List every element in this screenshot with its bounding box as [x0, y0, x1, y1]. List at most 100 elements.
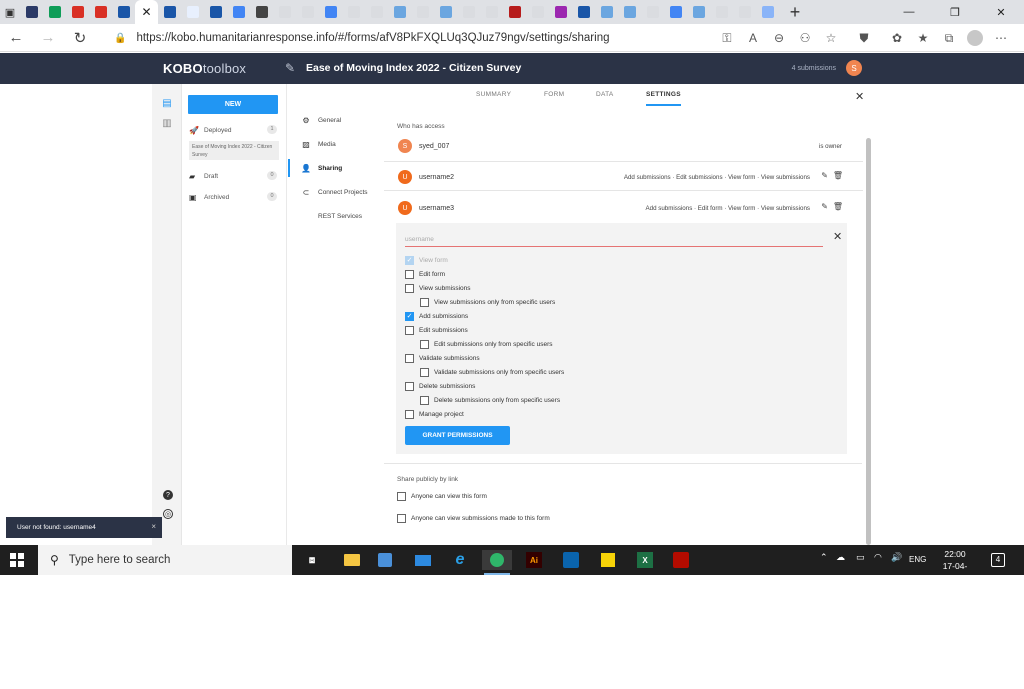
browser-tab[interactable]: [756, 0, 779, 24]
excel-icon[interactable]: X: [634, 550, 656, 570]
checkbox-validate-submissions[interactable]: Validate submissions: [405, 353, 480, 363]
extensions-icon[interactable]: ✿: [884, 28, 910, 48]
browser-tab[interactable]: [89, 0, 112, 24]
close-form-icon[interactable]: ✕: [833, 230, 842, 243]
acrobat-icon[interactable]: [670, 550, 692, 570]
favorite-icon[interactable]: ☆: [818, 28, 844, 48]
edit-icon[interactable]: ✎: [821, 202, 828, 211]
favorites-bar-icon[interactable]: ★: [910, 28, 936, 48]
browser-tab[interactable]: [388, 0, 411, 24]
checkbox-edit-form[interactable]: Edit form: [405, 269, 445, 279]
grant-permissions-button[interactable]: GRANT PERMISSIONS: [405, 426, 510, 445]
tab-summary[interactable]: SUMMARY: [476, 91, 511, 98]
file-explorer-icon[interactable]: [341, 550, 363, 570]
browser-tab[interactable]: [572, 0, 595, 24]
browser-tab[interactable]: [181, 0, 204, 24]
browser-tab[interactable]: [618, 0, 641, 24]
settings-nav-rest-services[interactable]: REST Services: [288, 207, 376, 225]
taskbar-search[interactable]: ⚲ Type here to search: [38, 545, 292, 575]
tab-data[interactable]: DATA: [596, 91, 614, 98]
checkbox-view-submissions[interactable]: View submissions: [405, 283, 471, 293]
toast-close-icon[interactable]: ×: [151, 522, 156, 531]
browser-tab[interactable]: [710, 0, 733, 24]
key-icon[interactable]: ⚿: [714, 28, 740, 48]
help-icon[interactable]: ?: [163, 490, 173, 500]
username-input[interactable]: username: [405, 233, 823, 247]
browser-tab[interactable]: [20, 0, 43, 24]
account-avatar[interactable]: S: [846, 60, 862, 76]
checkbox-delete-submissions[interactable]: Delete submissions: [405, 381, 475, 391]
checkbox-validate-submissions-specific[interactable]: Validate submissions only from specific …: [420, 367, 564, 377]
browser-tab[interactable]: [595, 0, 618, 24]
language-indicator[interactable]: ENG: [909, 555, 926, 564]
checkbox-add-submissions[interactable]: ✓ Add submissions: [405, 311, 468, 321]
checkbox-view-form[interactable]: ✓ View form: [405, 255, 448, 265]
browser-tab[interactable]: [227, 0, 250, 24]
tab-settings[interactable]: SETTINGS: [646, 91, 681, 106]
settings-nav-sharing[interactable]: 👤 Sharing: [288, 159, 376, 177]
kobo-logo[interactable]: KOBOtoolbox: [163, 61, 246, 76]
browser-tab[interactable]: [664, 0, 687, 24]
support-icon[interactable]: ◎: [163, 509, 173, 519]
windows-start-icon[interactable]: [10, 553, 24, 567]
tab-form[interactable]: FORM: [544, 91, 564, 98]
tab-close-icon[interactable]: ✕: [141, 5, 151, 19]
active-browser-tab[interactable]: ✕: [135, 0, 158, 24]
sidebar-item-deployed[interactable]: 🚀 Deployed 1: [189, 123, 279, 137]
tab-actions-icon[interactable]: ▣: [0, 0, 20, 24]
browser-tab[interactable]: [319, 0, 342, 24]
browser-tab[interactable]: [158, 0, 181, 24]
cloud-icon[interactable]: ☁: [836, 552, 845, 563]
outlook-icon[interactable]: [560, 550, 582, 570]
checkbox-delete-submissions-specific[interactable]: Delete submissions only from specific us…: [420, 395, 560, 405]
trash-icon[interactable]: 🗑: [833, 202, 843, 211]
refresh-icon[interactable]: ↻: [64, 29, 96, 47]
checkbox-edit-submissions[interactable]: Edit submissions: [405, 325, 468, 335]
more-icon[interactable]: ⋯: [988, 28, 1014, 48]
browser-tab[interactable]: [66, 0, 89, 24]
checkbox-edit-submissions-specific[interactable]: Edit submissions only from specific user…: [420, 339, 553, 349]
profile-icon[interactable]: [962, 28, 988, 48]
chevron-up-icon[interactable]: ⌃: [820, 552, 828, 563]
shield-icon[interactable]: ⛊: [844, 28, 884, 48]
settings-nav-media[interactable]: ▨ Media: [288, 135, 376, 153]
browser-tab[interactable]: [342, 0, 365, 24]
browser-tab[interactable]: [526, 0, 549, 24]
zoom-icon[interactable]: ⊖: [766, 28, 792, 48]
browser-tab[interactable]: [503, 0, 526, 24]
checkbox-anyone-view-form[interactable]: Anyone can view this form: [397, 491, 487, 501]
close-window-icon[interactable]: ✕: [978, 0, 1024, 24]
scrollbar[interactable]: [866, 138, 871, 545]
browser-tab[interactable]: [457, 0, 480, 24]
settings-nav-general[interactable]: ⚙ General: [288, 111, 376, 129]
browser-tab[interactable]: [296, 0, 319, 24]
browser-tab[interactable]: [434, 0, 457, 24]
browser-tab[interactable]: [204, 0, 227, 24]
browser-tab[interactable]: [641, 0, 664, 24]
checkbox-view-submissions-specific[interactable]: View submissions only from specific user…: [420, 297, 555, 307]
wifi-icon[interactable]: ◠: [874, 552, 882, 563]
ie-icon[interactable]: e: [449, 550, 471, 570]
volume-icon[interactable]: 🔊: [891, 552, 902, 563]
read-aloud-icon[interactable]: A: [740, 28, 766, 48]
close-icon[interactable]: ✕: [855, 90, 864, 103]
checkbox-anyone-view-submissions[interactable]: Anyone can view submissions made to this…: [397, 513, 550, 523]
mail-icon[interactable]: [412, 550, 434, 570]
checkbox-manage-project[interactable]: Manage project: [405, 409, 464, 419]
browser-tab[interactable]: [549, 0, 572, 24]
projects-icon[interactable]: ▤: [161, 98, 173, 110]
browser-tab[interactable]: [250, 0, 273, 24]
trash-icon[interactable]: 🗑: [833, 171, 843, 180]
battery-icon[interactable]: ▭: [856, 552, 865, 563]
notification-icon[interactable]: 4: [991, 553, 1005, 567]
sticky-notes-icon[interactable]: [597, 550, 619, 570]
new-tab-button[interactable]: +: [785, 2, 805, 23]
back-icon[interactable]: ←: [0, 29, 32, 46]
new-button[interactable]: NEW: [188, 95, 278, 114]
browser-tab[interactable]: [365, 0, 388, 24]
browser-tab[interactable]: [733, 0, 756, 24]
browser-tab[interactable]: [273, 0, 296, 24]
illustrator-icon[interactable]: Ai: [523, 550, 545, 570]
browser-tab[interactable]: [687, 0, 710, 24]
edit-icon[interactable]: ✎: [821, 171, 828, 180]
